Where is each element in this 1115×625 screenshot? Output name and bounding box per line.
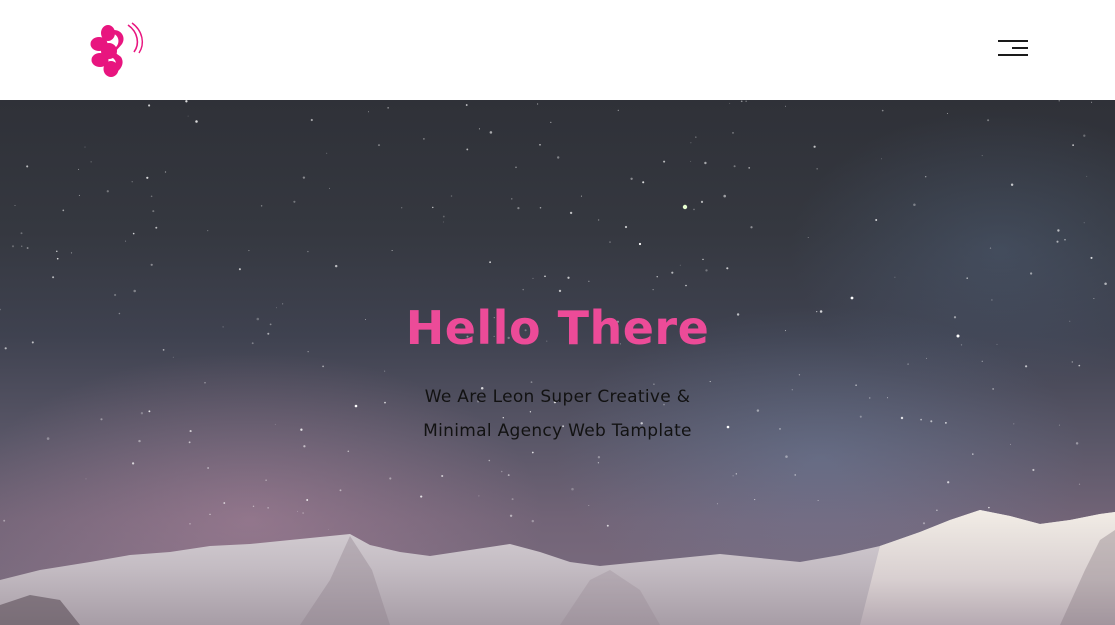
menu-line-bottom [998, 54, 1028, 56]
menu-line-top [998, 40, 1028, 42]
menu-line-middle [1012, 47, 1028, 49]
hero-subtitle-line-1: We Are Leon Super Creative & [424, 387, 691, 407]
flower-face-logo-icon [90, 22, 144, 77]
hero-subtitle-line-2: Minimal Agency Web Tamplate [423, 421, 692, 441]
site-header [0, 0, 1115, 100]
hero-section: Hello There We Are Leon Super Creative &… [0, 100, 1115, 625]
hero-title: Hello There [405, 301, 710, 355]
logo[interactable] [88, 22, 148, 80]
hero-content: Hello There We Are Leon Super Creative &… [0, 296, 1115, 448]
hero-subtitle: We Are Leon Super Creative & Minimal Age… [348, 380, 768, 448]
hamburger-menu-button[interactable] [992, 34, 1034, 62]
